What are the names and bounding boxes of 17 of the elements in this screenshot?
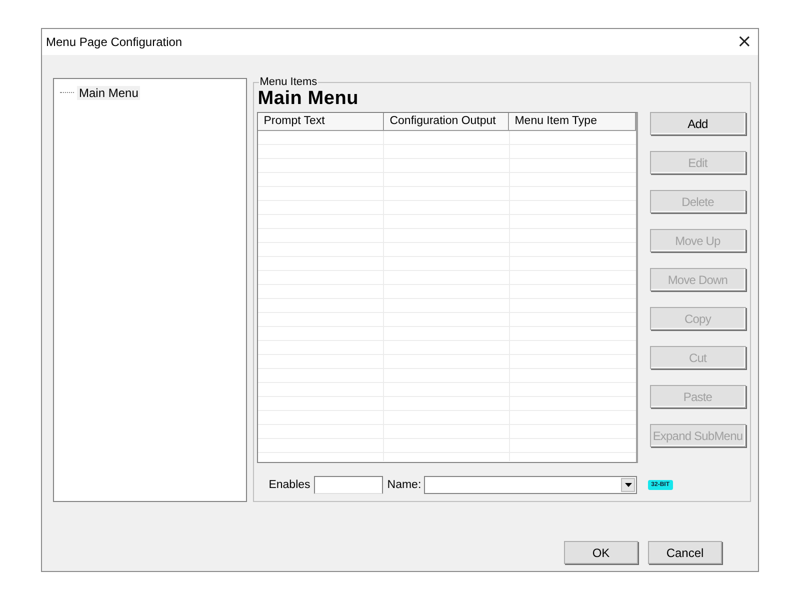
name-dropdown[interactable] [424, 476, 638, 494]
dialog-button[interactable]: Cancel [648, 541, 722, 564]
window-title: Menu Page Configuration [46, 35, 182, 49]
tree-connector [60, 92, 74, 93]
menu-heading: Main Menu [258, 88, 360, 110]
close-icon[interactable]: × [736, 33, 752, 51]
column-header[interactable]: Configuration Output [384, 113, 509, 131]
dialog-button[interactable]: OK [564, 541, 638, 564]
enables-field[interactable] [314, 476, 384, 494]
column-header[interactable]: Prompt Text [258, 113, 384, 131]
column-header[interactable]: Menu Item Type [508, 113, 636, 131]
name-label: Name: [387, 479, 422, 491]
group-label: Menu Items [258, 76, 318, 88]
dropdown-arrow-icon[interactable] [624, 483, 632, 487]
tree-item[interactable]: Main Menu [77, 86, 140, 100]
enables-label: Enables [268, 479, 310, 491]
action-button[interactable]: Add [650, 112, 746, 135]
